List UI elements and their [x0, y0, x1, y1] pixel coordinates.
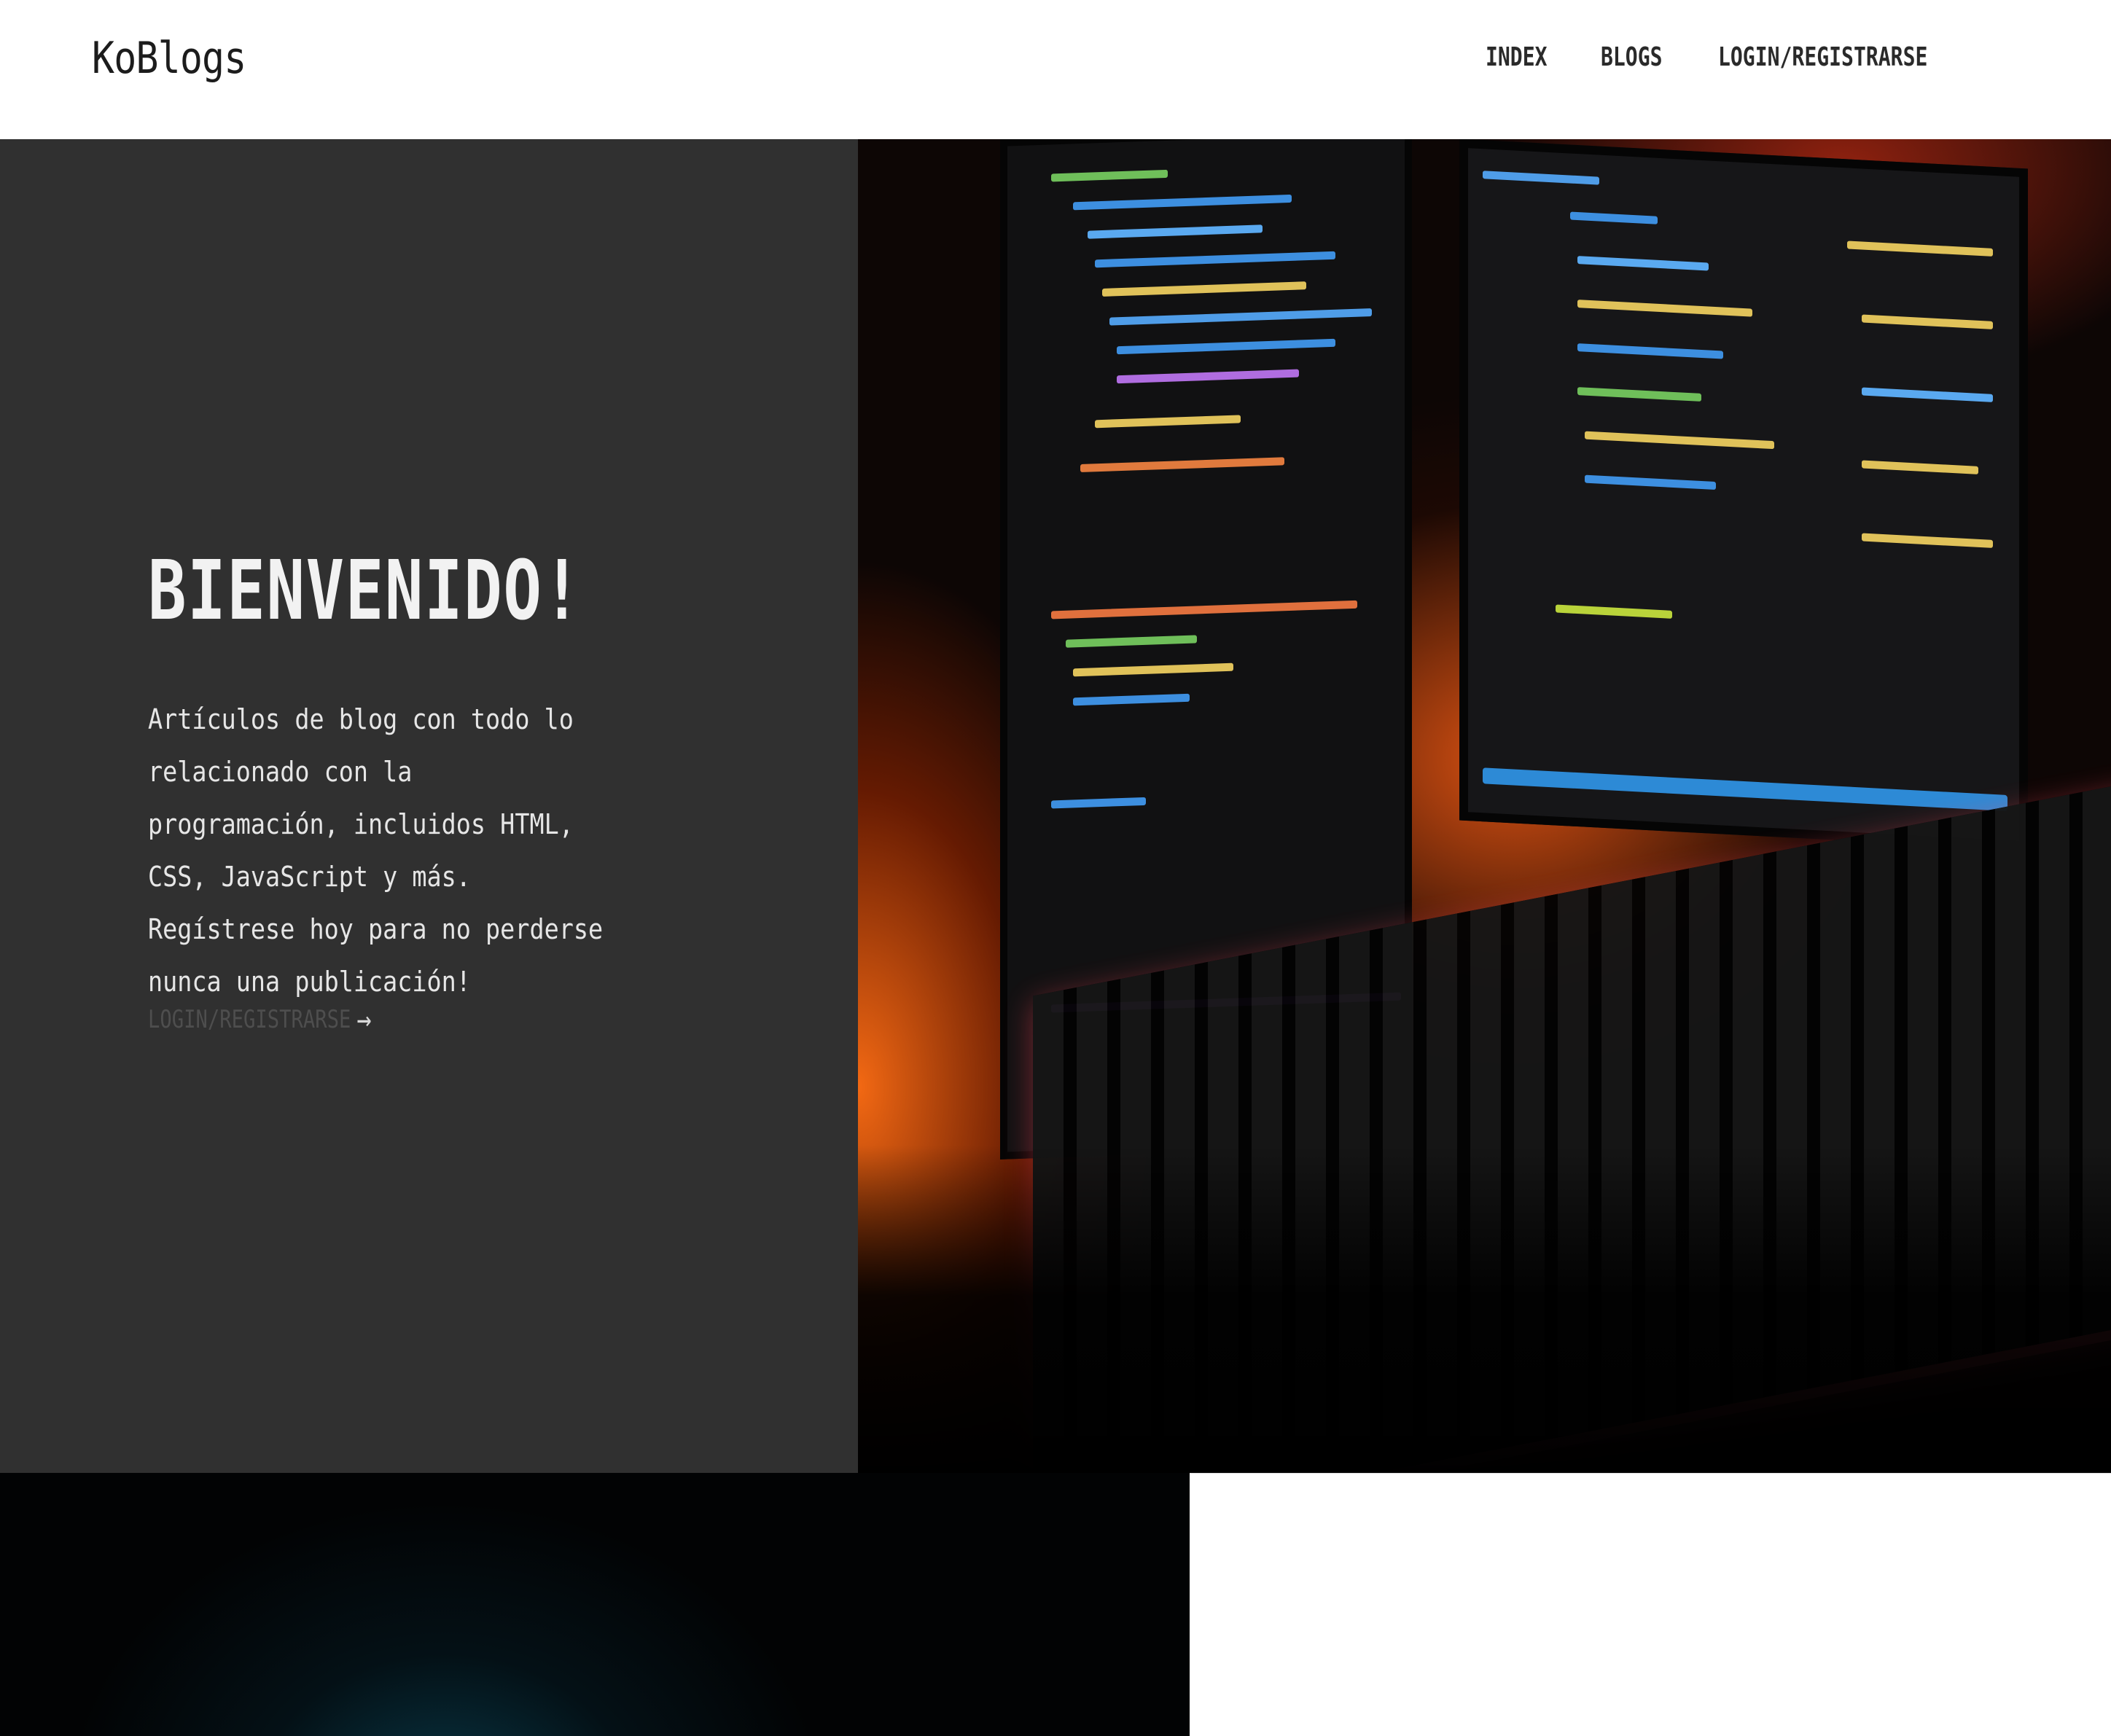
code-line — [1577, 343, 1723, 359]
code-line — [1577, 387, 1701, 402]
code-line — [1585, 474, 1716, 490]
navbar: KoBlogs INDEX BLOGS LOGIN/REGISTRARSE — [0, 0, 2111, 139]
hero-login-label: LOGIN/REGISTRARSE — [148, 1005, 351, 1034]
code-line — [1577, 256, 1709, 271]
monitor-right — [1459, 139, 2028, 851]
code-line — [1577, 300, 1752, 317]
bottom-white-panel — [1190, 1473, 2111, 1736]
code-line — [1862, 460, 1978, 474]
nav-link-blogs[interactable]: BLOGS — [1601, 39, 1663, 76]
desk-shadow — [858, 1145, 2111, 1473]
code-line — [1847, 241, 1993, 257]
code-line — [1117, 369, 1299, 384]
code-line — [1117, 338, 1335, 355]
code-line — [1095, 251, 1335, 268]
editor-statusbar — [1483, 767, 2007, 811]
code-line — [1862, 533, 1993, 548]
nav-link-login[interactable]: LOGIN/REGISTRARSE — [1718, 39, 1927, 76]
code-line — [1585, 431, 1774, 450]
page: KoBlogs INDEX BLOGS LOGIN/REGISTRARSE BI… — [0, 0, 2111, 1736]
code-line — [1051, 600, 1357, 619]
code-line — [1073, 662, 1233, 677]
hero-image — [858, 139, 2111, 1473]
code-line — [1556, 604, 1672, 619]
brand-logo[interactable]: KoBlogs — [92, 29, 246, 87]
code-line — [1080, 457, 1284, 473]
code-line — [1862, 387, 1993, 402]
code-line — [1095, 415, 1241, 429]
arrow-right-icon: → — [356, 1001, 372, 1037]
code-line — [1073, 693, 1190, 706]
code-line — [1862, 314, 1993, 329]
code-line — [1483, 171, 1599, 185]
code-line — [1088, 224, 1263, 239]
bottom-dark-panel — [0, 1473, 1190, 1736]
code-line — [1051, 797, 1146, 809]
code-line — [1073, 194, 1292, 211]
code-line — [1570, 211, 1658, 224]
hero-text-panel: BIENVENIDO! Artículos de blog con todo l… — [0, 139, 858, 1473]
code-line — [1102, 281, 1306, 297]
code-line — [1109, 308, 1372, 326]
hero-title: BIENVENIDO! — [148, 544, 582, 638]
nav-link-index[interactable]: INDEX — [1486, 39, 1548, 76]
code-line — [1066, 635, 1197, 648]
hero-description: Artículos de blog con todo lo relacionad… — [148, 703, 604, 998]
code-line — [1051, 169, 1168, 182]
hero-login-button[interactable]: LOGIN/REGISTRARSE → — [148, 1001, 372, 1038]
